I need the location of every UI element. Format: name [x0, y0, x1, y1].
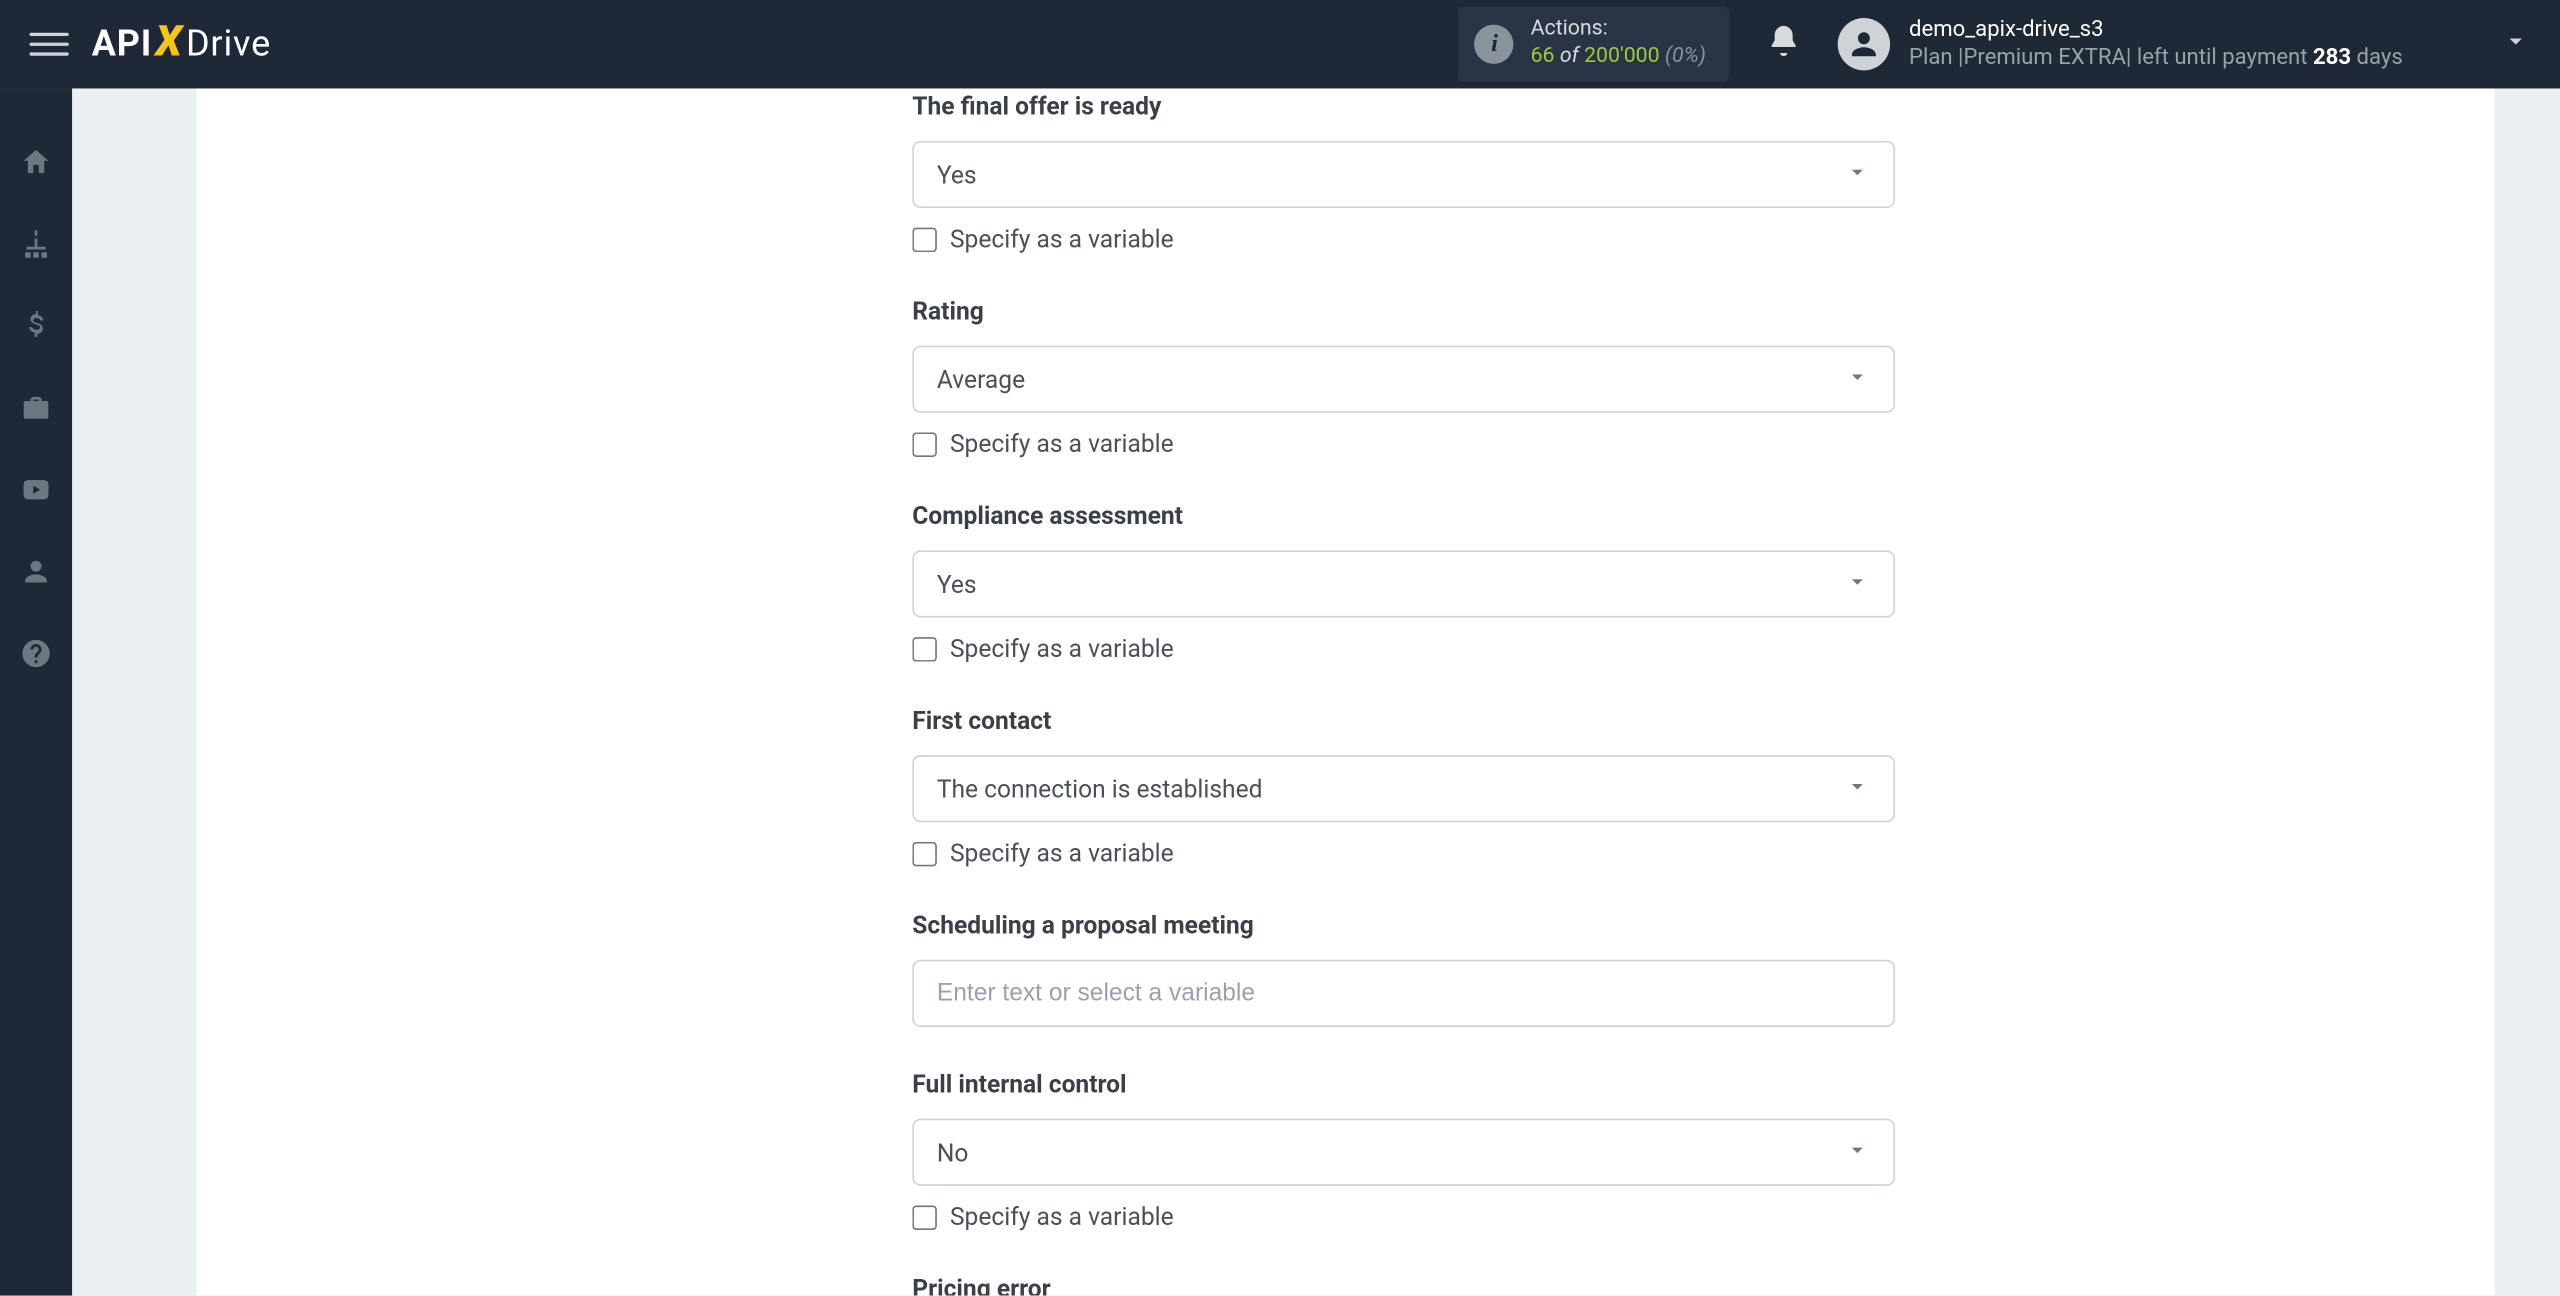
field-label: Pricing error	[912, 1274, 1895, 1296]
specify-variable-checkbox[interactable]	[912, 636, 937, 661]
chevron-down-icon	[1844, 363, 1870, 396]
field-label: Scheduling a proposal meeting	[912, 911, 1895, 940]
actions-counter[interactable]: i Actions: 66 of 200'000 (0%)	[1459, 7, 1729, 82]
form-group: Compliance assessment Yes Specify as a var…	[912, 501, 1895, 663]
plan-line: Plan |Premium EXTRA| left until payment …	[1909, 44, 2403, 72]
actions-label: Actions:	[1531, 17, 1706, 45]
sitemap-icon[interactable]	[18, 226, 54, 262]
dollar-icon[interactable]	[18, 308, 54, 344]
content-card: The final offer is ready Yes Specify as a …	[197, 88, 2495, 1296]
specify-variable-checkbox[interactable]	[912, 432, 937, 457]
actions-pct: (0%)	[1665, 44, 1706, 69]
user-avatar-icon[interactable]	[1837, 18, 1889, 70]
page-body: The final offer is ready Yes Specify as a …	[72, 88, 2560, 1296]
select-value: Average	[937, 364, 1025, 393]
user-menu-chevron-icon[interactable]	[2501, 26, 2530, 62]
chevron-down-icon	[1844, 158, 1870, 191]
side-rail	[0, 88, 72, 1296]
specify-variable-checkbox[interactable]	[912, 841, 937, 866]
form-column: The final offer is ready Yes Specify as a …	[912, 88, 1895, 1296]
select-dropdown[interactable]: Yes	[912, 550, 1895, 617]
specify-variable-checkbox[interactable]	[912, 1205, 937, 1230]
select-dropdown[interactable]: The connection is established	[912, 755, 1895, 822]
actions-used: 66	[1531, 44, 1555, 69]
briefcase-icon[interactable]	[18, 390, 54, 426]
plan-mid: | left until payment	[2126, 44, 2313, 70]
plan-days-num: 283	[2313, 44, 2351, 70]
select-dropdown[interactable]: Yes	[912, 141, 1895, 208]
specify-variable-row[interactable]: Specify as a variable	[912, 634, 1895, 663]
chevron-down-icon	[1844, 1136, 1870, 1169]
notifications-icon[interactable]	[1765, 23, 1801, 66]
menu-toggle-icon[interactable]	[29, 25, 68, 64]
brand-x: X	[155, 18, 182, 67]
brand-api: API	[92, 24, 152, 65]
field-label: Rating	[912, 296, 1895, 325]
user-icon[interactable]	[18, 554, 54, 590]
select-value: Yes	[937, 569, 977, 598]
specify-variable-label: Specify as a variable	[950, 839, 1174, 868]
plan-name: Premium EXTRA	[1963, 44, 2125, 70]
specify-variable-row[interactable]: Specify as a variable	[912, 224, 1895, 253]
select-dropdown[interactable]: Average	[912, 346, 1895, 413]
info-icon: i	[1475, 25, 1514, 64]
username: demo_apix-drive_s3	[1909, 17, 2403, 45]
field-label: First contact	[912, 706, 1895, 735]
text-input[interactable]	[912, 960, 1895, 1027]
field-label: Compliance assessment	[912, 501, 1895, 530]
select-value: No	[937, 1138, 969, 1167]
chevron-down-icon	[1844, 772, 1870, 805]
actions-total: 200'000	[1584, 44, 1660, 69]
actions-text: Actions: 66 of 200'000 (0%)	[1531, 17, 1706, 72]
select-dropdown[interactable]: No	[912, 1119, 1895, 1186]
brand-drive: Drive	[186, 24, 271, 65]
form-group: Full internal control No Specify as a vari…	[912, 1070, 1895, 1232]
brand-logo[interactable]: API X Drive	[92, 20, 271, 69]
form-group: First contact The connection is establish…	[912, 706, 1895, 868]
actions-of: of	[1560, 44, 1579, 69]
form-group: The final offer is ready Yes Specify as a …	[912, 92, 1895, 254]
chevron-down-icon	[1844, 568, 1870, 601]
youtube-icon[interactable]	[18, 472, 54, 508]
specify-variable-label: Specify as a variable	[950, 634, 1174, 663]
field-label: The final offer is ready	[912, 92, 1895, 121]
specify-variable-label: Specify as a variable	[950, 224, 1174, 253]
specify-variable-label: Specify as a variable	[950, 429, 1174, 458]
user-info[interactable]: demo_apix-drive_s3 Plan |Premium EXTRA| …	[1909, 17, 2403, 72]
app-header: API X Drive i Actions: 66 of 200'000 (0%…	[0, 0, 2560, 88]
specify-variable-checkbox[interactable]	[912, 227, 937, 252]
field-label: Full internal control	[912, 1070, 1895, 1099]
form-group: Scheduling a proposal meeting	[912, 911, 1895, 1027]
specify-variable-row[interactable]: Specify as a variable	[912, 429, 1895, 458]
specify-variable-label: Specify as a variable	[950, 1202, 1174, 1231]
form-group: Pricing errorInvalid rounding policySpec…	[912, 1274, 1895, 1296]
select-value: Yes	[937, 160, 977, 189]
specify-variable-row[interactable]: Specify as a variable	[912, 1202, 1895, 1231]
plan-prefix: Plan |	[1909, 44, 1963, 70]
specify-variable-row[interactable]: Specify as a variable	[912, 839, 1895, 868]
select-value: The connection is established	[937, 774, 1263, 803]
plan-days-word: days	[2351, 44, 2403, 70]
help-icon[interactable]	[18, 635, 54, 671]
form-group: Rating Average Specify as a variable	[912, 296, 1895, 458]
home-icon[interactable]	[18, 144, 54, 180]
